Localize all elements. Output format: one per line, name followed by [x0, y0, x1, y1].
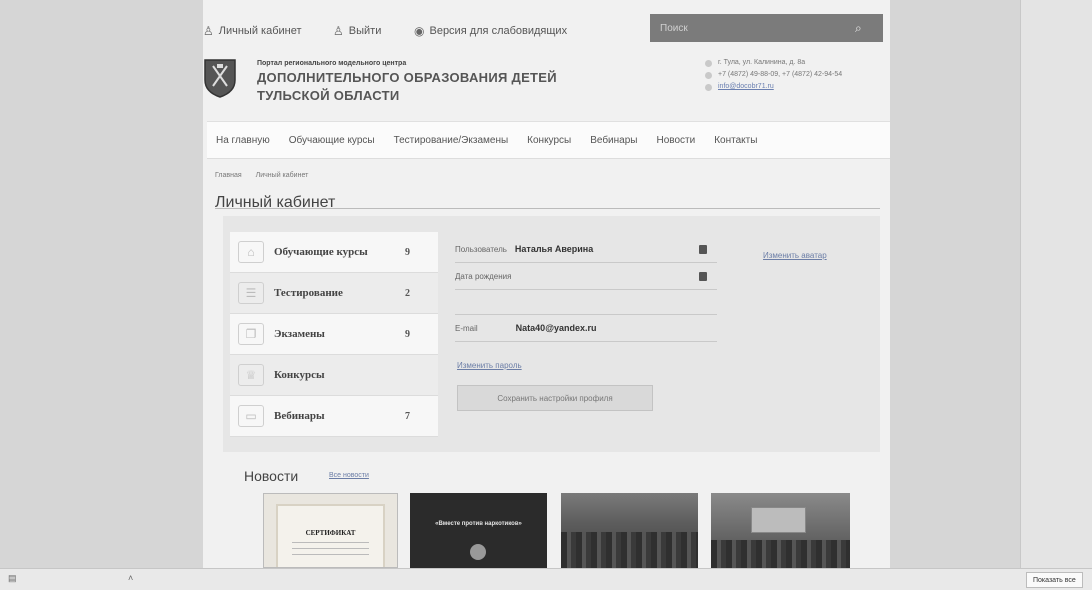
graduation-cap-icon: ⌂ [238, 241, 264, 263]
nav-item-home[interactable]: На главную [216, 135, 270, 146]
news-thumbnail-crowd[interactable] [561, 493, 698, 568]
trophy-icon: ♕ [238, 364, 264, 386]
org-title: Портал регионального модельного центра Д… [257, 60, 557, 103]
emblem-icon [470, 544, 486, 560]
top-bar: ♙ Личный кабинет ♙ Выйти ◉ Версия для сл… [203, 14, 890, 42]
nav-item-testing[interactable]: Тестирование/Экзамены [394, 135, 509, 146]
save-profile-button[interactable]: Сохранить настройки профиля [457, 385, 653, 411]
count-badge: 9 [405, 328, 410, 340]
user-icon: ♙ [203, 24, 214, 38]
nav-item-contests[interactable]: Конкурсы [527, 135, 571, 146]
news-thumbnail-meeting[interactable] [711, 493, 850, 568]
email-row: info@docobr71.ru [705, 81, 842, 93]
phone-row: +7 (4872) 49-88-09, +7 (4872) 42-94-54 [705, 69, 842, 81]
user-icon: ♙ [333, 24, 344, 38]
edit-icon[interactable] [699, 271, 707, 281]
change-password-link[interactable]: Изменить пароль [457, 361, 522, 370]
mail-icon [705, 83, 712, 91]
title-divider [215, 208, 880, 209]
documents-icon: ❐ [238, 323, 264, 345]
nav-item-contacts[interactable]: Контакты [714, 135, 757, 146]
email-field-row: E-mail Nata40@yandex.ru [455, 315, 717, 342]
tula-coat-of-arms-logo[interactable] [203, 56, 237, 98]
menu-item-courses[interactable]: ⌂ Обучающие курсы 9 [230, 232, 438, 273]
search-box[interactable]: ⌕ [650, 14, 883, 42]
breadcrumb-current: Личный кабинет [255, 172, 309, 179]
nav-item-news[interactable]: Новости [656, 135, 695, 146]
menu-item-webinars[interactable]: ▭ Вебинары 7 [230, 396, 438, 437]
count-badge: 2 [405, 287, 410, 299]
page-title: Личный кабинет [215, 194, 336, 211]
user-row: Пользователь Наталья Аверина [455, 236, 717, 263]
location-icon [705, 59, 712, 67]
email-link[interactable]: info@docobr71.ru [718, 81, 774, 93]
change-avatar-link[interactable]: Изменить аватар [763, 251, 827, 260]
edit-icon[interactable] [699, 244, 707, 254]
logout-link[interactable]: ♙ Выйти [333, 24, 381, 38]
search-input[interactable] [660, 22, 855, 34]
count-badge: 7 [405, 410, 410, 422]
download-item[interactable]: ▤ [8, 573, 17, 584]
address-row: г. Тула, ул. Калинина, д. 8а [705, 57, 842, 69]
eye-icon: ◉ [414, 24, 425, 38]
crowd-photo [561, 532, 698, 568]
chevron-up-icon[interactable]: ˄ [128, 573, 133, 583]
menu-item-contests[interactable]: ♕ Конкурсы [230, 355, 438, 396]
monitor-icon: ▭ [238, 405, 264, 427]
file-icon: ▤ [8, 573, 17, 583]
certificate-image: СЕРТИФИКАТ [276, 504, 385, 567]
nav-item-webinars[interactable]: Вебинары [590, 135, 637, 146]
birthdate-row: Дата рождения [455, 263, 717, 290]
nav-item-courses[interactable]: Обучающие курсы [289, 135, 375, 146]
user-name: Наталья Аверина [514, 244, 594, 254]
profile-form: Пользователь Наталья Аверина Дата рожден… [455, 236, 717, 342]
browser-side-panel [1020, 0, 1092, 568]
download-bar: ▤ ˄ Показать все [0, 568, 1092, 590]
spacer-row [455, 290, 717, 315]
news-thumbnail-certificate[interactable]: СЕРТИФИКАТ [263, 493, 398, 568]
news-thumbnail-campaign[interactable]: «Вместе против наркотиков» [410, 493, 547, 568]
presentation-screen [751, 507, 806, 533]
low-vision-link[interactable]: ◉ Версия для слабовидящих [414, 24, 567, 38]
cabinet-link[interactable]: ♙ Личный кабинет [203, 24, 302, 38]
phone-icon [705, 71, 712, 79]
main-nav: На главную Обучающие курсы Тестирование/… [207, 121, 890, 159]
email-value: Nata40@yandex.ru [515, 323, 597, 333]
search-icon[interactable]: ⌕ [855, 21, 862, 36]
all-news-link[interactable]: Все новости [329, 472, 369, 479]
cabinet-menu: ⌂ Обучающие курсы 9 ☰ Тестирование 2 ❐ Э… [230, 232, 438, 437]
menu-item-exams[interactable]: ❐ Экзамены 9 [230, 314, 438, 355]
count-badge: 9 [405, 246, 410, 258]
contacts-block: г. Тула, ул. Калинина, д. 8а +7 (4872) 4… [705, 57, 842, 93]
breadcrumb: Главная Личный кабинет [215, 172, 308, 179]
menu-item-testing[interactable]: ☰ Тестирование 2 [230, 273, 438, 314]
show-all-button[interactable]: Показать все [1026, 572, 1083, 588]
audience-photo [711, 540, 850, 568]
breadcrumb-home[interactable]: Главная [215, 172, 242, 179]
checklist-icon: ☰ [238, 282, 264, 304]
news-heading: Новости [244, 468, 299, 484]
